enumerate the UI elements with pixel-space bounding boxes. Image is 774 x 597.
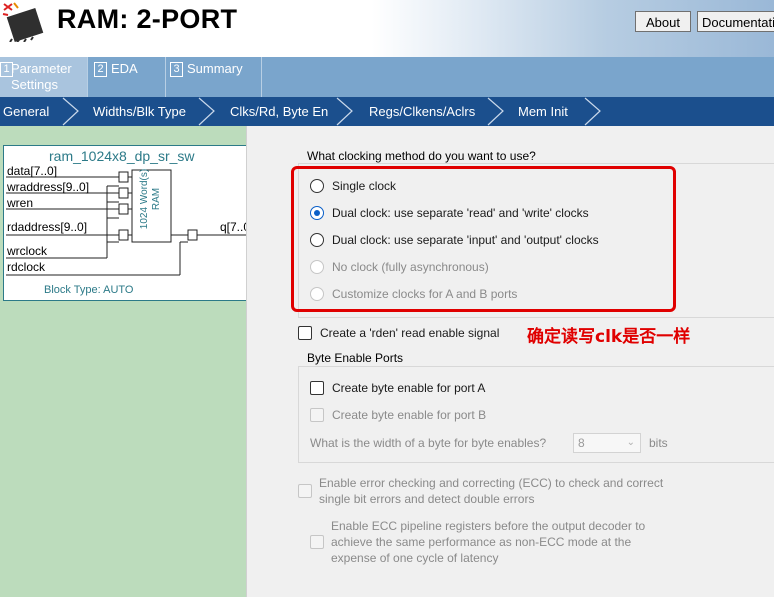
tab-label: Parameter bbox=[11, 61, 72, 76]
ram-word-count: 1024 Word(s) bbox=[139, 168, 150, 230]
subtab-separators bbox=[62, 97, 601, 126]
byte-width-question: What is the width of a byte for byte ena… bbox=[310, 436, 547, 450]
port-wren: wren bbox=[7, 196, 34, 210]
tab-label: Summary bbox=[187, 61, 243, 76]
port-wraddress: wraddress[9..0] bbox=[7, 180, 90, 194]
annotation-highlight-box bbox=[291, 166, 676, 312]
port-rdclock: rdclock bbox=[7, 260, 46, 274]
ecc-pipeline-label-line3: expense of one cycle of latency bbox=[331, 551, 499, 565]
port-rdaddress: rdaddress[9..0] bbox=[7, 220, 88, 234]
port-data: data[7..0] bbox=[7, 164, 58, 178]
chevron-down-icon: ⌄ bbox=[626, 437, 635, 448]
block-type-label: Block Type: AUTO bbox=[44, 284, 134, 296]
tab-number: 2 bbox=[94, 62, 107, 77]
clocking-question: What clocking method do you want to use? bbox=[304, 149, 539, 163]
about-button[interactable]: About bbox=[635, 11, 691, 32]
megawizard-chip-icon bbox=[2, 2, 44, 42]
ecc-pipeline-label-line1: Enable ECC pipeline registers before the… bbox=[331, 519, 646, 533]
ram-block-label: 1024 Word(s) RAM bbox=[139, 164, 163, 234]
byte-width-unit: bits bbox=[649, 436, 668, 450]
ecc-pipeline-label-line2: achieve the same performance as non-ECC … bbox=[331, 535, 632, 549]
port-wrclock: wrclock bbox=[7, 244, 48, 258]
tab-number: 3 bbox=[170, 62, 183, 77]
tab-label: EDA bbox=[111, 61, 138, 76]
byte-enable-port-a-checkbox[interactable] bbox=[310, 381, 324, 395]
page-title: RAM: 2-PORT bbox=[57, 4, 238, 34]
rden-label: Create a 'rden' read enable signal bbox=[320, 326, 500, 340]
documentation-button[interactable]: Documentation bbox=[697, 11, 774, 32]
ecc-label-line1: Enable error checking and correcting (EC… bbox=[319, 476, 664, 490]
byte-enable-port-a-label: Create byte enable for port A bbox=[332, 381, 486, 395]
tab-summary[interactable]: 3 Summary bbox=[166, 57, 262, 97]
ecc-pipeline-checkbox[interactable] bbox=[310, 535, 324, 549]
tab-label-line2: Settings bbox=[11, 77, 58, 92]
byte-enable-port-b-checkbox[interactable] bbox=[310, 408, 324, 422]
tab-parameter-settings[interactable]: 1 Parameter Settings bbox=[0, 57, 88, 97]
annotation-text: 确定读写clk是否一样 bbox=[527, 327, 691, 347]
ecc-checkbox[interactable] bbox=[298, 484, 312, 498]
rden-checkbox[interactable] bbox=[298, 326, 312, 340]
byte-enable-port-b-label: Create byte enable for port B bbox=[332, 408, 487, 422]
ram-type: RAM bbox=[151, 187, 162, 211]
byte-enable-group-label: Byte Enable Ports bbox=[304, 351, 407, 365]
ecc-label-line2: single bit errors and detect double erro… bbox=[319, 492, 535, 506]
byte-width-select[interactable]: 8 ⌄ bbox=[573, 433, 641, 453]
tab-eda[interactable]: 2 EDA bbox=[88, 57, 166, 97]
block-diagram: ram_1024x8_dp_sr_sw data[7..0] wraddress… bbox=[3, 145, 262, 301]
byte-width-value: 8 bbox=[578, 436, 585, 450]
